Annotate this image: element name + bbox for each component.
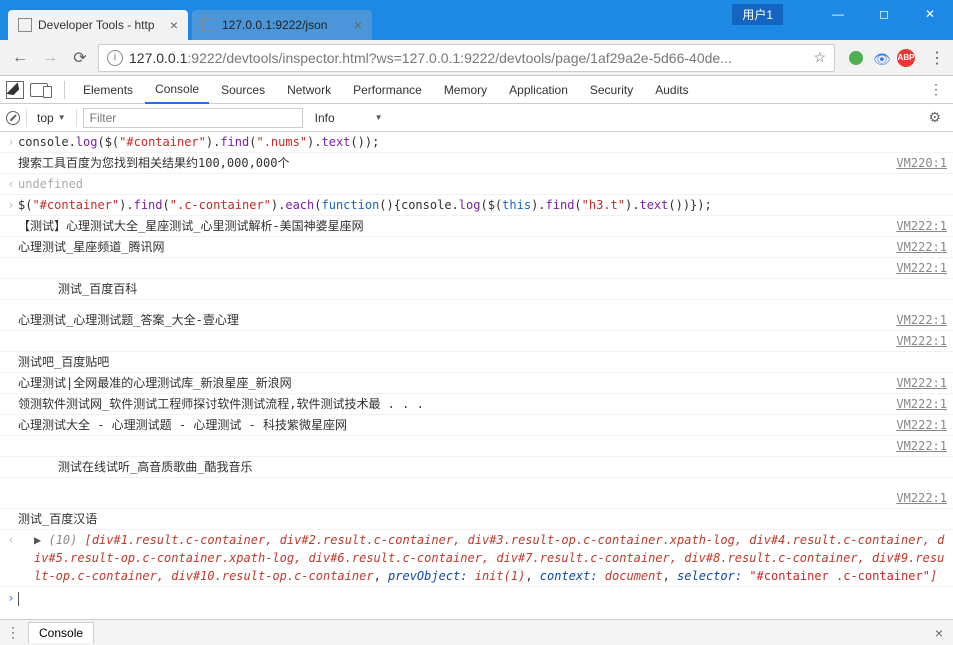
window-titlebar: Developer Tools - http × 127.0.0.1:9222/… <box>0 0 953 40</box>
drawer-tab-console[interactable]: Console <box>28 622 94 643</box>
close-icon[interactable]: × <box>170 17 178 33</box>
console-row: 心理测试_心理测试题_答案_大全-壹心理VM222:1 <box>0 310 953 331</box>
console-row: 领测软件测试网_软件测试工程师探讨软件测试流程,软件测试技术最 . . .VM2… <box>0 394 953 415</box>
source-link[interactable]: VM222:1 <box>876 395 947 413</box>
site-info-icon[interactable]: i <box>107 50 123 66</box>
console-output[interactable]: ›console.log($("#container").find(".nums… <box>0 132 953 619</box>
tab-title: Developer Tools - http <box>38 18 162 32</box>
drawer-menu-icon[interactable]: ⋮ <box>6 624 20 641</box>
console-row: ›$("#container").find(".c-container").ea… <box>0 195 953 216</box>
tab-application[interactable]: Application <box>499 77 578 103</box>
gear-icon[interactable]: ⚙ <box>928 109 941 126</box>
log-level-selector[interactable]: Info ▼ <box>309 109 389 127</box>
tab-memory[interactable]: Memory <box>434 77 497 103</box>
context-selector[interactable]: top ▼ <box>33 109 70 127</box>
console-row: 测试吧_百度贴吧 <box>0 352 953 373</box>
filter-input[interactable] <box>83 108 303 128</box>
console-row: ›console.log($("#container").find(".nums… <box>0 132 953 153</box>
close-icon[interactable]: × <box>354 17 362 33</box>
tab-console[interactable]: Console <box>145 76 209 104</box>
level-label: Info <box>315 111 335 125</box>
source-link[interactable]: VM222:1 <box>876 374 947 392</box>
browser-tabs: Developer Tools - http × 127.0.0.1:9222/… <box>0 10 376 40</box>
page-favicon <box>202 18 216 32</box>
browser-menu-icon[interactable]: ⋮ <box>929 48 945 68</box>
chevron-down-icon: ▼ <box>375 113 383 122</box>
tab-performance[interactable]: Performance <box>343 77 432 103</box>
reload-button[interactable]: ⟳ <box>68 46 92 70</box>
console-row: VM222:1 <box>0 258 953 279</box>
tab-audits[interactable]: Audits <box>645 77 698 103</box>
console-row: ‹undefined <box>0 174 953 195</box>
back-button[interactable]: ← <box>8 46 32 70</box>
console-row: 测试_百度汉语 <box>0 509 953 530</box>
close-icon[interactable]: × <box>935 625 943 641</box>
console-row: 心理测试|全网最准的心理测试库_新浪星座_新浪网VM222:1 <box>0 373 953 394</box>
console-toolbar: top ▼ Info ▼ ⚙ <box>0 104 953 132</box>
tab-sources[interactable]: Sources <box>211 77 275 103</box>
source-link[interactable]: VM220:1 <box>876 154 947 172</box>
url-text: 127.0.0.1:9222/devtools/inspector.html?w… <box>129 50 807 66</box>
clear-console-icon[interactable] <box>6 111 20 125</box>
tab-title: 127.0.0.1:9222/json <box>222 18 346 32</box>
source-link[interactable]: VM222:1 <box>876 311 947 329</box>
divider <box>26 109 27 127</box>
console-row: VM222:1 <box>0 488 953 509</box>
source-link[interactable]: VM222:1 <box>876 238 947 256</box>
source-link[interactable]: VM222:1 <box>876 332 947 350</box>
extension-icons: 👁 ABP <box>849 49 915 67</box>
forward-button[interactable]: → <box>38 46 62 70</box>
console-row: 测试_百度百科 <box>0 279 953 300</box>
browser-tab-active[interactable]: Developer Tools - http × <box>8 10 188 40</box>
tab-network[interactable]: Network <box>277 77 341 103</box>
extension-eye-icon[interactable]: 👁 <box>873 51 887 65</box>
device-toggle-icon[interactable] <box>30 83 48 97</box>
console-row: VM222:1 <box>0 331 953 352</box>
inspect-element-icon[interactable] <box>6 81 24 99</box>
source-link[interactable]: VM222:1 <box>876 259 947 277</box>
tab-elements[interactable]: Elements <box>73 77 143 103</box>
bookmark-star-icon[interactable]: ☆ <box>813 49 826 66</box>
url-input[interactable]: i 127.0.0.1:9222/devtools/inspector.html… <box>98 44 835 72</box>
console-row <box>0 300 953 310</box>
source-link[interactable]: VM222:1 <box>876 437 947 455</box>
console-row: 心理测试大全 - 心理测试题 - 心理测试 - 科技紫微星座网VM222:1 <box>0 415 953 436</box>
page-favicon <box>18 18 32 32</box>
devtools-more-icon[interactable]: ⋮ <box>929 81 943 98</box>
console-row: VM222:1 <box>0 436 953 457</box>
source-link[interactable]: VM222:1 <box>876 489 947 507</box>
devtools-tabstrip: Elements Console Sources Network Perform… <box>0 76 953 104</box>
divider <box>76 109 77 127</box>
extension-green-icon[interactable] <box>849 51 863 65</box>
console-row: 心理测试_星座频道_腾讯网VM222:1 <box>0 237 953 258</box>
tab-security[interactable]: Security <box>580 77 643 103</box>
console-row: 测试在线试听_高音质歌曲_酷我音乐 <box>0 457 953 478</box>
console-row: 搜索工具百度为您找到相关结果约100,000,000个VM220:1 <box>0 153 953 174</box>
minimize-button[interactable]: — <box>815 0 861 28</box>
user-profile-chip[interactable]: 用户1 <box>732 4 783 25</box>
window-controls: — ◻ ✕ <box>815 0 953 28</box>
console-row <box>0 478 953 488</box>
source-link[interactable]: VM222:1 <box>876 217 947 235</box>
drawer-bar: ⋮ Console × <box>0 619 953 645</box>
source-link[interactable]: VM222:1 <box>876 416 947 434</box>
chevron-down-icon: ▼ <box>58 113 66 122</box>
address-bar: ← → ⟳ i 127.0.0.1:9222/devtools/inspecto… <box>0 40 953 76</box>
browser-tab-inactive[interactable]: 127.0.0.1:9222/json × <box>192 10 372 40</box>
divider <box>64 81 65 99</box>
console-prompt[interactable]: › <box>0 587 953 609</box>
extension-abp-icon[interactable]: ABP <box>897 49 915 67</box>
console-row: 【测试】心理测试大全_星座测试_心里测试解析-美国神婆星座网VM222:1 <box>0 216 953 237</box>
context-label: top <box>37 111 54 125</box>
console-row: ‹▶ (10) [div#1.result.c-container, div#2… <box>0 530 953 587</box>
close-button[interactable]: ✕ <box>907 0 953 28</box>
maximize-button[interactable]: ◻ <box>861 0 907 28</box>
